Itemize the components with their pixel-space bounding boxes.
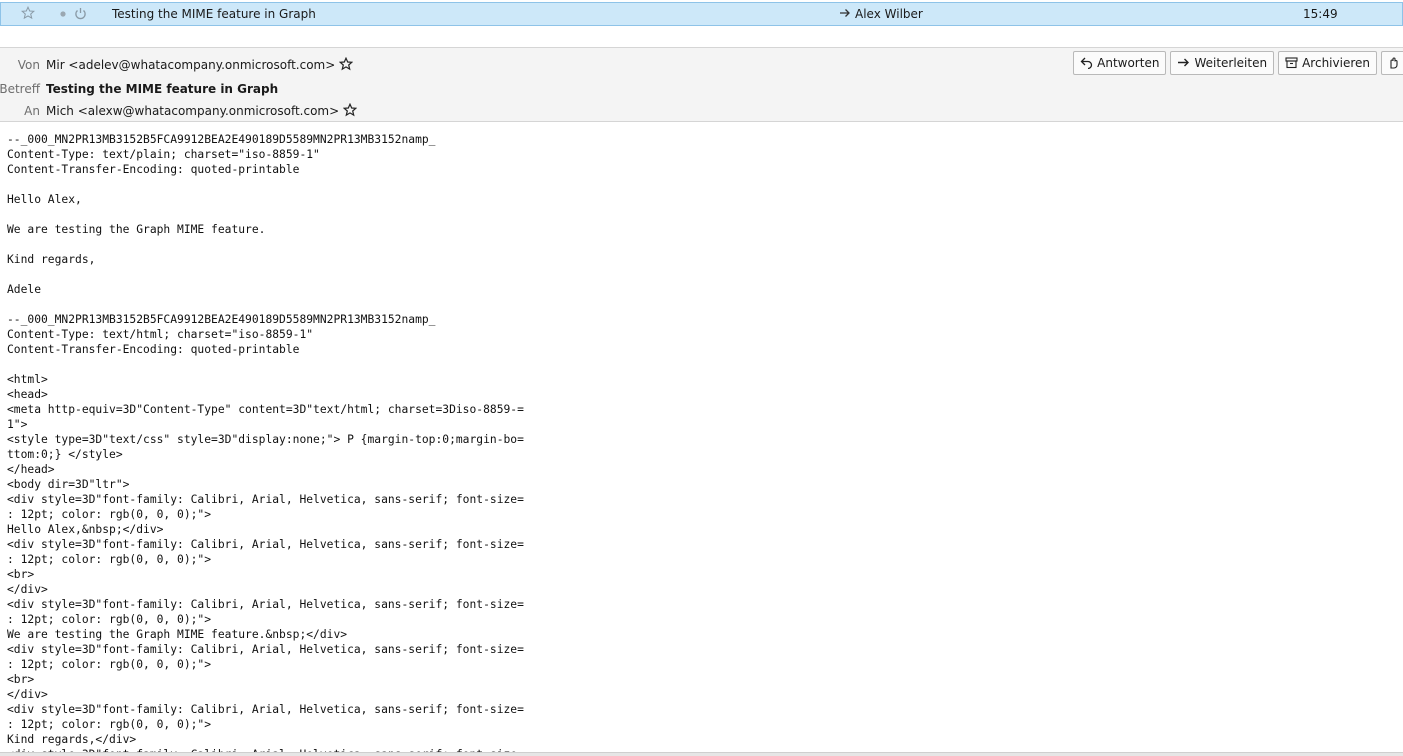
forward-icon — [1178, 58, 1190, 67]
forward-label: Weiterleiten — [1194, 56, 1268, 70]
body-line: <html> — [7, 373, 48, 386]
header-subject-label: Betreff — [0, 82, 40, 96]
message-time: 15:49 — [1303, 7, 1338, 21]
body-line: Kind regards,</div> — [7, 733, 137, 746]
body-line: <br> — [7, 568, 35, 581]
body-line: <body dir=3D"ltr"> — [7, 478, 130, 491]
status-bar — [0, 752, 1403, 756]
message-header-pane: Von Mir <adelev@whatacompany.onmicrosoft… — [0, 47, 1403, 122]
header-to-label: An — [24, 104, 40, 118]
body-line: ttom:0;} </style> — [7, 448, 123, 461]
body-line: <div style=3D"font-family: Calibri, Aria… — [7, 598, 524, 611]
body-line: <style type=3D"text/css" style=3D"displa… — [7, 433, 524, 446]
forward-button[interactable]: Weiterleiten — [1170, 51, 1275, 75]
thread-icon[interactable] — [74, 3, 90, 25]
message-correspondent: Alex Wilber — [855, 7, 923, 21]
body-line — [7, 297, 1403, 312]
more-icon — [1390, 57, 1398, 69]
body-line: : 12pt; color: rgb(0, 0, 0);"> — [7, 613, 212, 626]
body-line: --_000_MN2PR13MB3152B5FCA9912BEA2E490189… — [7, 133, 436, 146]
body-line: <div style=3D"font-family: Calibri, Aria… — [7, 538, 524, 551]
body-line: <div style=3D"font-family: Calibri, Aria… — [7, 703, 524, 716]
body-line: <br> — [7, 673, 35, 686]
header-action-buttons: Antworten Weiterleiten Archivieren — [1069, 51, 1403, 75]
body-line: Kind regards, — [7, 253, 96, 266]
body-line: </head> — [7, 463, 55, 476]
body-line — [7, 177, 1403, 192]
body-line — [7, 267, 1403, 282]
more-button[interactable] — [1381, 51, 1403, 75]
archive-button[interactable]: Archivieren — [1278, 51, 1377, 75]
body-line: Hello Alex, — [7, 193, 82, 206]
body-line: We are testing the Graph MIME feature. — [7, 223, 266, 236]
reply-icon — [1080, 57, 1093, 70]
header-from-value[interactable]: Mir <adelev@whatacompany.onmicrosoft.com… — [46, 55, 354, 75]
body-line: <div style=3D"font-family: Calibri, Aria… — [7, 643, 524, 656]
body-line: : 12pt; color: rgb(0, 0, 0);"> — [7, 553, 212, 566]
body-line — [7, 357, 1403, 372]
message-subject: Testing the MIME feature in Graph — [112, 7, 316, 21]
star-icon[interactable] — [20, 3, 37, 25]
from-address[interactable]: Mir <adelev@whatacompany.onmicrosoft.com… — [46, 58, 335, 72]
dot-icon[interactable] — [59, 3, 69, 25]
body-line: Content-Transfer-Encoding: quoted-printa… — [7, 343, 300, 356]
message-list-row[interactable]: Testing the MIME feature in Graph Alex W… — [0, 2, 1403, 26]
body-line — [7, 237, 1403, 252]
header-from-label: Von — [17, 58, 40, 72]
body-line: Content-Type: text/html; charset="iso-88… — [7, 328, 314, 341]
archive-icon — [1285, 57, 1298, 69]
body-line: : 12pt; color: rgb(0, 0, 0);"> — [7, 658, 212, 671]
to-address[interactable]: Mich <alexw@whatacompany.onmicrosoft.com… — [46, 104, 339, 118]
reply-label: Antworten — [1097, 56, 1160, 70]
message-body: --_000_MN2PR13MB3152B5FCA9912BEA2E490189… — [0, 124, 1403, 756]
body-line: <head> — [7, 388, 48, 401]
body-line: Content-Transfer-Encoding: quoted-printa… — [7, 163, 300, 176]
body-line: </div> — [7, 583, 48, 596]
body-line: : 12pt; color: rgb(0, 0, 0);"> — [7, 718, 212, 731]
body-line: Hello Alex,&nbsp;</div> — [7, 523, 164, 536]
body-line: </div> — [7, 688, 48, 701]
body-line: <div style=3D"font-family: Calibri, Aria… — [7, 493, 524, 506]
mail-client: Testing the MIME feature in Graph Alex W… — [0, 0, 1403, 756]
star-icon[interactable] — [339, 57, 354, 71]
body-line: --_000_MN2PR13MB3152B5FCA9912BEA2E490189… — [7, 313, 436, 326]
body-line: Adele — [7, 283, 42, 296]
archive-label: Archivieren — [1302, 56, 1370, 70]
header-subject-value: Testing the MIME feature in Graph — [46, 82, 279, 96]
reply-button[interactable]: Antworten — [1073, 51, 1167, 75]
body-line: We are testing the Graph MIME feature.&n… — [7, 628, 348, 641]
header-to-value[interactable]: Mich <alexw@whatacompany.onmicrosoft.com… — [46, 101, 358, 121]
star-icon[interactable] — [343, 103, 358, 117]
body-line: : 12pt; color: rgb(0, 0, 0);"> — [7, 508, 212, 521]
arrow-right-icon — [839, 3, 853, 25]
body-line: 1"> — [7, 418, 28, 431]
body-line — [7, 207, 1403, 222]
body-line: Content-Type: text/plain; charset="iso-8… — [7, 148, 320, 161]
body-line: <meta http-equiv=3D"Content-Type" conten… — [7, 403, 524, 416]
